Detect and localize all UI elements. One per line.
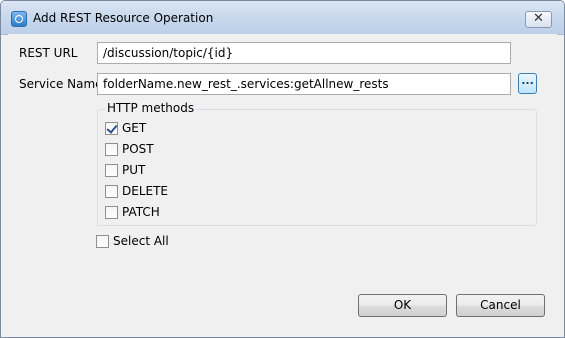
ok-button[interactable]: OK	[358, 294, 447, 317]
checkbox-put[interactable]: PUT	[105, 163, 145, 177]
checkbox-delete-box[interactable]	[105, 184, 118, 198]
checkbox-select-all[interactable]: Select All	[96, 234, 169, 248]
checkbox-put-box[interactable]	[105, 163, 118, 177]
service-name-field[interactable]: folderName.new_rest_.services:getAllnew_…	[97, 73, 511, 95]
checkbox-patch-label: PATCH	[122, 205, 160, 219]
title-bar[interactable]: Add REST Resource Operation ✕	[1, 1, 564, 35]
close-icon: ✕	[533, 11, 544, 26]
checkbox-post-label: POST	[122, 142, 154, 156]
checkbox-get-box[interactable]	[105, 121, 118, 135]
http-methods-legend: HTTP methods	[105, 101, 197, 115]
service-name-label: Service Name	[19, 77, 103, 91]
http-methods-group	[97, 109, 537, 226]
checkbox-post[interactable]: POST	[105, 142, 154, 156]
close-button[interactable]: ✕	[525, 11, 552, 28]
app-icon	[11, 11, 27, 27]
checkbox-post-box[interactable]	[105, 142, 118, 156]
cancel-button[interactable]: Cancel	[456, 294, 545, 317]
checkbox-patch[interactable]: PATCH	[105, 205, 160, 219]
checkbox-delete[interactable]: DELETE	[105, 184, 168, 198]
dialog-title: Add REST Resource Operation	[33, 11, 214, 25]
rest-url-field[interactable]: /discussion/topic/{id}	[97, 42, 511, 64]
checkbox-select-all-box[interactable]	[96, 234, 109, 248]
checkbox-patch-box[interactable]	[105, 205, 118, 219]
checkbox-put-label: PUT	[122, 163, 146, 177]
rest-url-label: REST URL	[19, 46, 78, 60]
checkbox-select-all-label: Select All	[113, 234, 169, 248]
checkbox-delete-label: DELETE	[122, 184, 169, 198]
browse-button[interactable]: ...	[518, 73, 537, 94]
checkbox-get[interactable]: GET	[105, 121, 146, 135]
checkbox-get-label: GET	[122, 121, 147, 135]
dialog-window: Add REST Resource Operation ✕ REST URL /…	[0, 0, 565, 338]
dialog-body: REST URL /discussion/topic/{id} Service …	[8, 34, 557, 330]
